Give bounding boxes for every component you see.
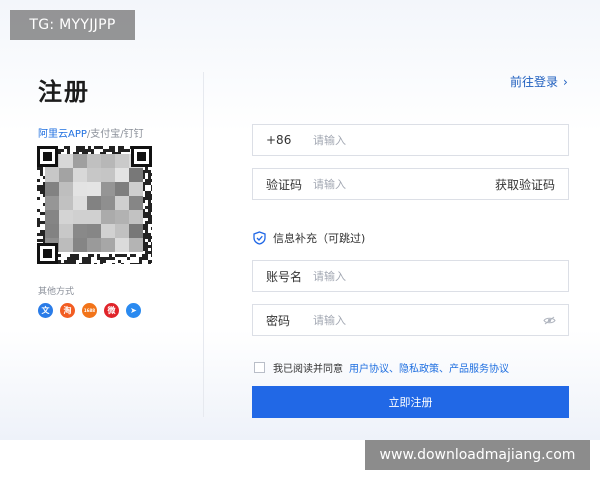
account-input[interactable]: [313, 269, 568, 283]
social-login-list: 文淘 1688 微 ➤: [38, 303, 141, 318]
eye-off-icon[interactable]: [543, 316, 568, 325]
watermark-bottom: www.downloadmajiang.com: [365, 440, 590, 470]
vertical-divider: [203, 72, 204, 417]
taobao-icon[interactable]: 淘: [60, 303, 75, 318]
app-links-rest: /支付宝/钉钉: [86, 129, 144, 140]
password-label: 密码: [266, 313, 291, 328]
weibo-icon[interactable]: 微: [104, 303, 119, 318]
info-section-title: 信息补充（可跳过): [273, 232, 366, 245]
verification-code-input[interactable]: [313, 177, 495, 191]
page-title: 注册: [38, 78, 90, 106]
account-field: 账号名: [252, 260, 569, 292]
wenwen-icon[interactable]: 文: [38, 303, 53, 318]
app-scan-hint: 阿里云APP/支付宝/钉钉: [38, 125, 144, 140]
verification-code-label: 验证码: [266, 177, 303, 192]
1688-icon[interactable]: 1688: [82, 303, 97, 318]
get-code-button[interactable]: 获取验证码: [495, 176, 568, 193]
qr-code: [37, 146, 152, 264]
phone-input[interactable]: [313, 133, 568, 147]
country-code[interactable]: +86: [253, 133, 313, 147]
register-button[interactable]: 立即注册: [252, 386, 569, 418]
password-field: 密码: [252, 304, 569, 336]
other-methods-label: 其他方式: [38, 287, 75, 297]
agreement-prefix: 我已阅读并同意: [273, 364, 343, 375]
watermark-top: TG: MYYJJPP: [10, 10, 135, 40]
agreement-checkbox[interactable]: [254, 362, 265, 373]
phone-field: +86: [252, 124, 569, 156]
shield-check-icon: [253, 231, 266, 245]
login-link[interactable]: 前往登录 ›: [510, 73, 568, 90]
qr-code-image: [37, 146, 152, 264]
info-section-header: 信息补充（可跳过): [253, 230, 365, 246]
password-input[interactable]: [313, 313, 543, 327]
account-label: 账号名: [266, 269, 303, 284]
agreement-row: 我已阅读并同意 用户协议、隐私政策、产品服务协议: [254, 360, 509, 375]
login-link-label: 前往登录: [510, 75, 559, 89]
verification-code-field: 验证码 获取验证码: [252, 168, 569, 200]
dingtalk-icon[interactable]: ➤: [126, 303, 141, 318]
app-link-aliyun[interactable]: 阿里云APP: [38, 129, 87, 140]
agreement-links[interactable]: 用户协议、隐私政策、产品服务协议: [349, 360, 509, 375]
chevron-right-icon: ›: [563, 74, 568, 89]
